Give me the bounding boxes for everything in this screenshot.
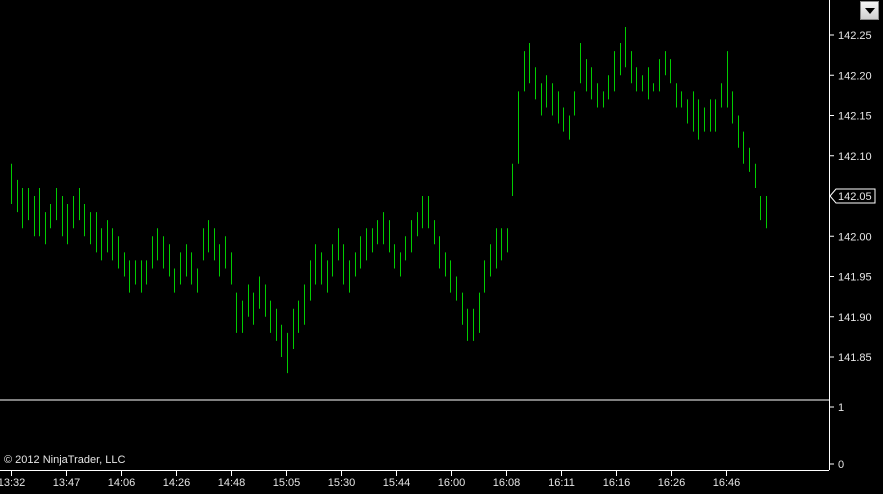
- lower-tick-label: 1: [838, 402, 844, 414]
- x-tick-label: 14:48: [218, 477, 246, 489]
- copyright-text: © 2012 NinjaTrader, LLC: [4, 454, 126, 466]
- y-tick-label: 142.25: [838, 30, 872, 42]
- x-tick-label: 16:11: [548, 477, 575, 489]
- chevron-down-icon: [864, 7, 875, 14]
- y-tick-label: 141.90: [838, 312, 872, 324]
- y-tick-label: 142.20: [838, 70, 872, 82]
- chart-menu-button[interactable]: [860, 1, 879, 20]
- price-chart[interactable]: 142.25 142.20 142.15 142.10 142.00 141.95 141.…: [0, 0, 883, 494]
- lower-tick-label: 0: [838, 459, 844, 471]
- y-tick-label: 142.10: [838, 151, 872, 163]
- y-tick-label: 141.95: [838, 272, 872, 284]
- y-tick-label: 141.85: [838, 352, 872, 364]
- x-tick-label: 16:16: [603, 477, 631, 489]
- y-tick-label: 142.00: [838, 231, 872, 243]
- x-tick-label: 15:44: [383, 477, 411, 489]
- x-tick-label: 16:26: [658, 477, 686, 489]
- x-axis-ticks: 13:32 13:47 14:06 14:26 14:48 15:05 15:30 15:44…: [0, 470, 740, 489]
- x-tick-label: 16:08: [493, 477, 521, 489]
- x-tick-label: 15:30: [328, 477, 356, 489]
- x-tick-label: 16:46: [713, 477, 741, 489]
- x-tick-label: 14:06: [108, 477, 136, 489]
- last-price-marker: 142.05: [829, 188, 876, 204]
- x-tick-label: 13:32: [0, 477, 25, 489]
- ohlc-bars: [11, 26, 767, 374]
- lower-panel-axis: 10: [829, 402, 844, 471]
- x-tick-label: 14:26: [163, 477, 191, 489]
- x-tick-label: 13:47: [53, 477, 81, 489]
- y-tick-label: 142.15: [838, 111, 872, 123]
- x-tick-label: 15:05: [273, 477, 301, 489]
- last-price-label: 142.05: [838, 191, 872, 203]
- x-tick-label: 16:00: [438, 477, 466, 489]
